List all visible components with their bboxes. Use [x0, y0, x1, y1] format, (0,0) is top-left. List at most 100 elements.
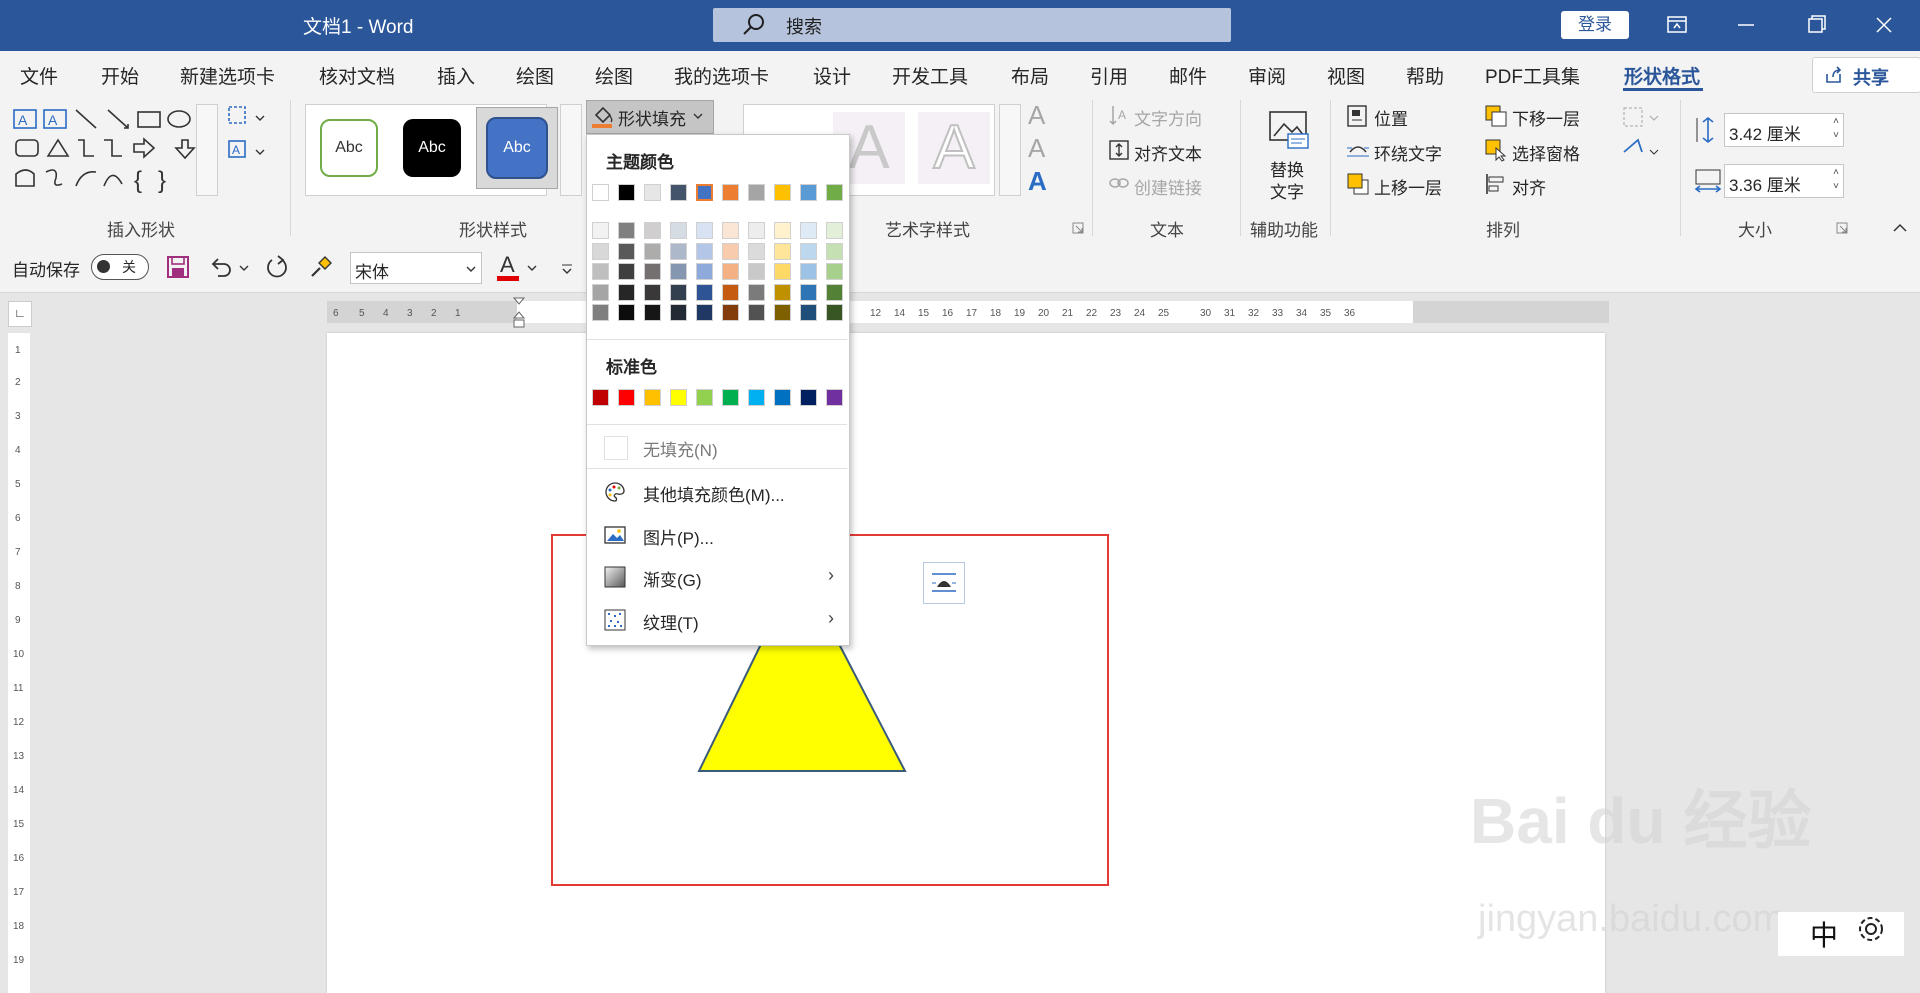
theme-shade-swatch[interactable]	[618, 284, 635, 301]
style-sample-outline[interactable]: Abc	[320, 119, 378, 177]
wrap-text-label[interactable]: 环绕文字	[1374, 140, 1442, 165]
standard-color-swatch[interactable]	[592, 389, 609, 406]
text-fill-icon[interactable]: A	[1028, 100, 1045, 131]
theme-shade-swatch[interactable]	[748, 304, 765, 321]
theme-shade-swatch[interactable]	[696, 304, 713, 321]
no-fill-item[interactable]: 无填充(N)	[586, 427, 848, 467]
tab-insert[interactable]: 插入	[437, 62, 475, 89]
text-effects-icon[interactable]: A	[1028, 166, 1047, 197]
style-sample-blue[interactable]: Abc	[486, 117, 548, 179]
theme-shade-swatch[interactable]	[800, 243, 817, 260]
wordart-sample-outline[interactable]: A	[918, 112, 990, 184]
dialog-launcher-icon[interactable]	[1072, 222, 1084, 234]
theme-shade-swatch[interactable]	[618, 222, 635, 239]
text-direction-label[interactable]: 文字方向	[1134, 105, 1202, 130]
theme-shade-swatch[interactable]	[800, 222, 817, 239]
standard-color-swatch[interactable]	[644, 389, 661, 406]
theme-shade-swatch[interactable]	[592, 263, 609, 280]
theme-shade-swatch[interactable]	[696, 222, 713, 239]
redo-icon[interactable]	[264, 254, 290, 280]
ribbon-display-options-icon[interactable]	[1657, 8, 1697, 42]
theme-shade-swatch[interactable]	[800, 263, 817, 280]
standard-color-swatch[interactable]	[618, 389, 635, 406]
tab-layout[interactable]: 布局	[1011, 62, 1049, 89]
tab-view[interactable]: 视图	[1327, 62, 1365, 89]
theme-shade-swatch[interactable]	[748, 243, 765, 260]
shape-styles-scroll[interactable]	[560, 104, 582, 196]
standard-color-swatch[interactable]	[722, 389, 739, 406]
theme-shade-swatch[interactable]	[592, 304, 609, 321]
theme-shade-swatch[interactable]	[670, 222, 687, 239]
tab-selector-icon[interactable]: ∟	[8, 301, 32, 327]
font-color-dropdown-icon[interactable]	[526, 262, 538, 274]
theme-shade-swatch[interactable]	[722, 243, 739, 260]
selection-pane-icon[interactable]	[1484, 138, 1508, 162]
tab-my-tab[interactable]: 我的选项卡	[674, 62, 769, 89]
gradient-fill-item[interactable]: 渐变(G) ›	[586, 557, 848, 597]
send-backward-icon[interactable]	[1484, 104, 1508, 128]
theme-color-swatch[interactable]	[670, 184, 687, 201]
align-text-label[interactable]: 对齐文本	[1134, 140, 1202, 165]
theme-shade-swatch[interactable]	[644, 243, 661, 260]
align-icon[interactable]	[1484, 172, 1508, 196]
tab-pdf-tools[interactable]: PDF工具集	[1485, 62, 1580, 89]
theme-shade-swatch[interactable]	[644, 284, 661, 301]
standard-color-swatch[interactable]	[800, 389, 817, 406]
tab-review-doc[interactable]: 核对文档	[319, 62, 395, 89]
theme-shade-swatch[interactable]	[826, 284, 843, 301]
collapse-ribbon-icon[interactable]	[1892, 222, 1908, 234]
theme-shade-swatch[interactable]	[774, 243, 791, 260]
tab-design[interactable]: 设计	[813, 62, 851, 89]
theme-shade-swatch[interactable]	[722, 284, 739, 301]
theme-shade-swatch[interactable]	[618, 263, 635, 280]
undo-dropdown-icon[interactable]	[238, 262, 250, 274]
customize-qat-icon[interactable]	[560, 262, 574, 276]
theme-shade-swatch[interactable]	[670, 263, 687, 280]
theme-shade-swatch[interactable]	[774, 284, 791, 301]
tab-developer[interactable]: 开发工具	[892, 62, 968, 89]
shapes-gallery-scroll[interactable]	[196, 104, 218, 196]
shape-height-field[interactable]: 3.42 厘米 ˄ ˅	[1724, 113, 1844, 147]
tab-help[interactable]: 帮助	[1406, 62, 1444, 89]
theme-color-swatch[interactable]	[722, 184, 739, 201]
autosave-toggle[interactable]: 关	[91, 254, 149, 280]
position-icon[interactable]	[1346, 104, 1368, 128]
share-button[interactable]: 共享	[1812, 57, 1920, 93]
tab-mailings[interactable]: 邮件	[1169, 62, 1207, 89]
alt-text-icon[interactable]	[1266, 108, 1310, 152]
shape-width-field[interactable]: 3.36 厘米 ˄ ˅	[1724, 164, 1844, 198]
theme-shade-swatch[interactable]	[696, 284, 713, 301]
theme-shade-swatch[interactable]	[800, 284, 817, 301]
group-rotate-icons[interactable]	[1620, 104, 1660, 164]
gear-icon[interactable]	[1854, 912, 1888, 946]
theme-shade-swatch[interactable]	[748, 284, 765, 301]
theme-color-swatch[interactable]	[826, 184, 843, 201]
theme-color-swatch[interactable]	[774, 184, 791, 201]
text-outline-icon[interactable]: A	[1028, 133, 1045, 164]
font-color-icon[interactable]: A	[500, 252, 515, 278]
theme-shade-swatch[interactable]	[800, 304, 817, 321]
theme-shade-swatch[interactable]	[748, 263, 765, 280]
theme-shade-swatch[interactable]	[696, 243, 713, 260]
theme-shade-swatch[interactable]	[748, 222, 765, 239]
height-spinner-icon[interactable]: ˄ ˅	[1833, 115, 1839, 143]
position-label[interactable]: 位置	[1374, 105, 1408, 130]
theme-shade-swatch[interactable]	[592, 243, 609, 260]
theme-color-swatch[interactable]	[618, 184, 635, 201]
font-select[interactable]: 宋体	[350, 252, 482, 284]
layout-options-button[interactable]	[923, 562, 965, 604]
theme-shade-swatch[interactable]	[644, 263, 661, 280]
theme-shade-swatch[interactable]	[670, 304, 687, 321]
tab-new-tab[interactable]: 新建选项卡	[180, 62, 275, 89]
tab-file[interactable]: 文件	[20, 62, 58, 89]
indent-marker-icon[interactable]	[512, 296, 526, 332]
shapes-gallery[interactable]: A A {}	[12, 104, 218, 196]
tab-draw-1[interactable]: 绘图	[516, 62, 554, 89]
theme-color-swatch[interactable]	[644, 184, 661, 201]
tab-references[interactable]: 引用	[1090, 62, 1128, 89]
save-icon[interactable]	[166, 255, 190, 279]
picture-fill-item[interactable]: 图片(P)...	[586, 515, 848, 555]
theme-shade-swatch[interactable]	[644, 222, 661, 239]
theme-shade-swatch[interactable]	[774, 263, 791, 280]
tab-review[interactable]: 审阅	[1248, 62, 1286, 89]
